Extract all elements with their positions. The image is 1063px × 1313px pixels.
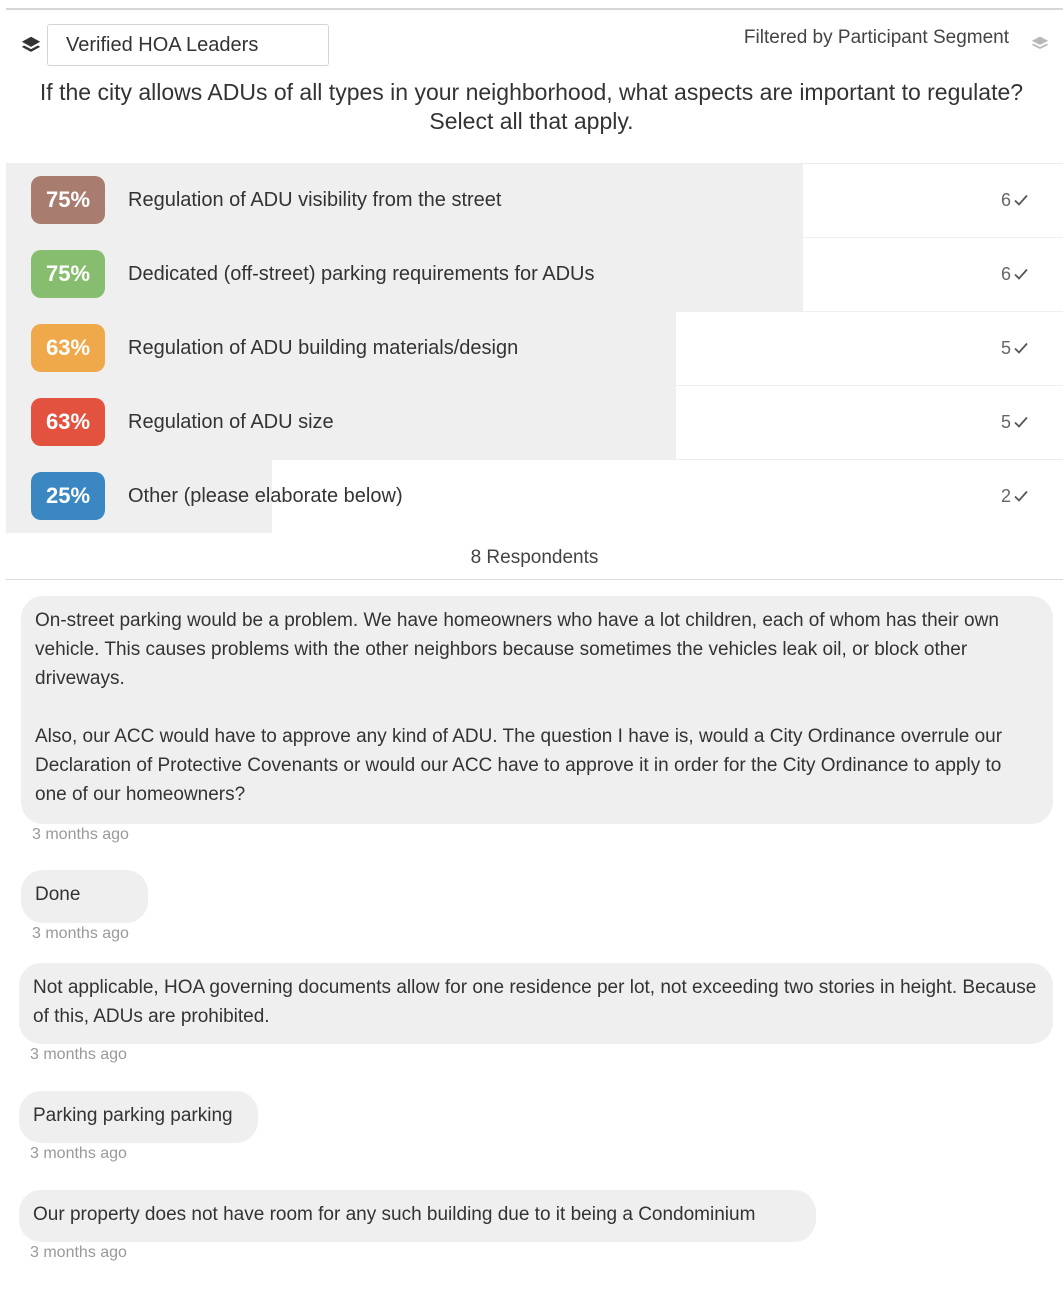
result-row: 63% Regulation of ADU building materials/…: [6, 311, 1063, 385]
result-count: 6: [1000, 264, 1011, 284]
result-count: 5: [1000, 412, 1011, 432]
check-icon: [1014, 342, 1028, 354]
comment-bubble: Done: [21, 870, 148, 923]
filter-label: Filtered by Participant Segment: [743, 27, 1009, 48]
percent-badge: 63%: [31, 398, 105, 446]
comment-timestamp: 3 months ago: [30, 1046, 127, 1063]
percent-badge: 63%: [31, 324, 105, 372]
comment-bubble: On-street parking would be a problem. We…: [21, 596, 1053, 824]
percent-badge: 75%: [31, 176, 105, 224]
check-icon: [1014, 194, 1028, 206]
result-row: 63% Regulation of ADU size 5: [6, 385, 1063, 459]
result-label: Regulation of ADU building materials/des…: [128, 337, 519, 359]
result-row: 75% Dedicated (off-street) parking requir…: [6, 237, 1063, 311]
results-list: 75% Regulation of ADU visibility from the…: [6, 163, 1063, 533]
comment-bubble: Our property does not have room for any …: [19, 1190, 816, 1242]
result-label: Regulation of ADU visibility from the st…: [128, 189, 502, 211]
result-label: Other (please elaborate below): [128, 485, 403, 507]
question-line: If the city allows ADUs of all types in …: [39, 79, 1024, 105]
result-count: 6: [1000, 190, 1011, 210]
result-row: 75% Regulation of ADU visibility from the…: [6, 163, 1063, 237]
segment-select[interactable]: Verified HOA Leaders: [47, 24, 329, 66]
comment-bubble: Parking parking parking: [19, 1091, 258, 1143]
respondents-count: 8 Respondents: [6, 532, 1063, 580]
comment-text: Parking parking parking: [33, 1105, 233, 1126]
comment-text: Our property does not have room for any …: [33, 1204, 756, 1225]
result-bar-fill: [6, 386, 676, 459]
result-row: 25% Other (please elaborate below) 2: [6, 459, 1063, 533]
comment-text: Not applicable, HOA governing documents …: [33, 977, 1037, 1027]
result-count: 5: [1000, 338, 1011, 358]
result-count: 2: [1000, 486, 1011, 506]
comment-timestamp: 3 months ago: [32, 826, 129, 843]
comment-text: Also, our ACC would have to approve any …: [35, 726, 1003, 805]
question-text: If the city allows ADUs of all types in …: [0, 78, 1063, 136]
result-label: Regulation of ADU size: [128, 411, 334, 433]
question-instruction: Select all that apply.: [429, 108, 634, 134]
check-icon: [1014, 490, 1028, 502]
layers-icon: [21, 36, 41, 52]
comment-timestamp: 3 months ago: [30, 1145, 127, 1162]
result-label: Dedicated (off-street) parking requireme…: [128, 263, 595, 285]
percent-badge: 25%: [31, 472, 105, 520]
comment-bubble: Not applicable, HOA governing documents …: [19, 963, 1053, 1044]
check-icon: [1014, 268, 1028, 280]
comment-timestamp: 3 months ago: [32, 925, 129, 942]
check-icon: [1014, 416, 1028, 428]
percent-badge: 75%: [31, 250, 105, 298]
comment-text: On-street parking would be a problem. We…: [35, 610, 999, 689]
header: Verified HOA Leaders Filtered by Partici…: [0, 10, 1063, 74]
comment-timestamp: 3 months ago: [30, 1244, 127, 1261]
layers-filter-icon[interactable]: [1029, 32, 1051, 54]
comment-text: Done: [35, 884, 81, 905]
